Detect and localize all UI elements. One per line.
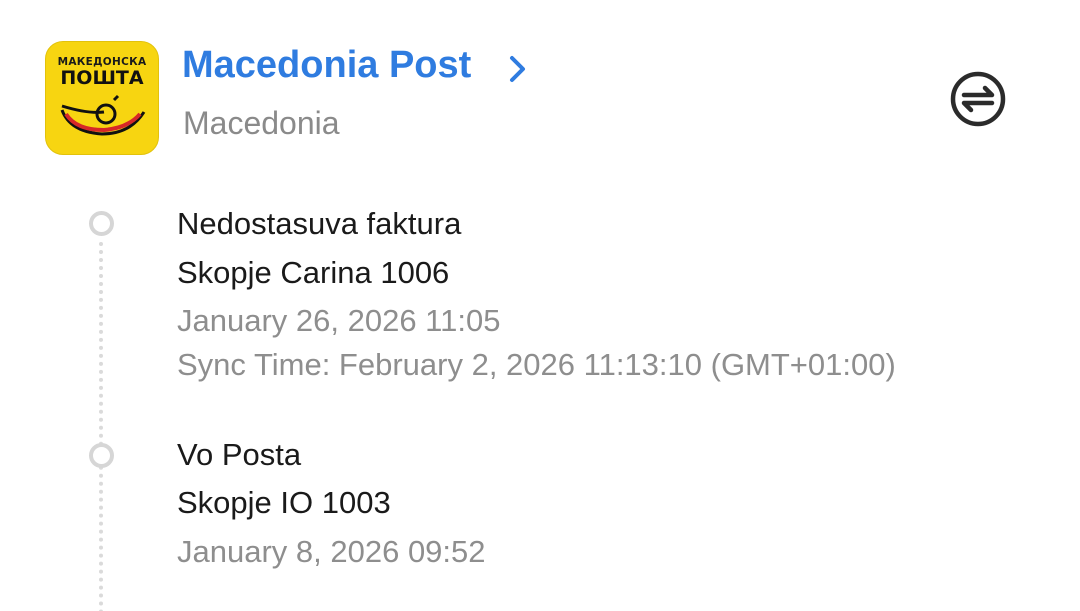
event-location: Skopje IO 1003 bbox=[177, 485, 391, 520]
timeline-dot bbox=[89, 443, 114, 468]
chevron-right-icon[interactable] bbox=[508, 55, 528, 83]
swap-arrows-icon[interactable] bbox=[949, 70, 1007, 128]
carrier-name-link[interactable]: Macedonia Post bbox=[182, 44, 471, 87]
event-time: January 8, 2026 09:52 bbox=[177, 534, 486, 569]
timeline-line bbox=[99, 242, 103, 611]
post-horn-icon bbox=[60, 94, 146, 136]
event-location: Skopje Carina 1006 bbox=[177, 255, 450, 290]
logo-text-bottom: ПОШТА bbox=[60, 67, 144, 89]
event-time: January 26, 2026 11:05 bbox=[177, 303, 501, 338]
carrier-country: Macedonia bbox=[183, 105, 340, 141]
event-sync-time: Sync Time: February 2, 2026 11:13:10 (GM… bbox=[177, 347, 896, 382]
timeline-dot bbox=[89, 211, 114, 236]
carrier-logo: МАКЕДОНСКА ПОШТА bbox=[45, 41, 159, 155]
tracking-page: МАКЕДОНСКА ПОШТА Macedonia Post Macedoni… bbox=[0, 0, 1080, 611]
event-status: Nedostasuva faktura bbox=[177, 206, 462, 241]
event-status: Vo Posta bbox=[177, 437, 302, 472]
